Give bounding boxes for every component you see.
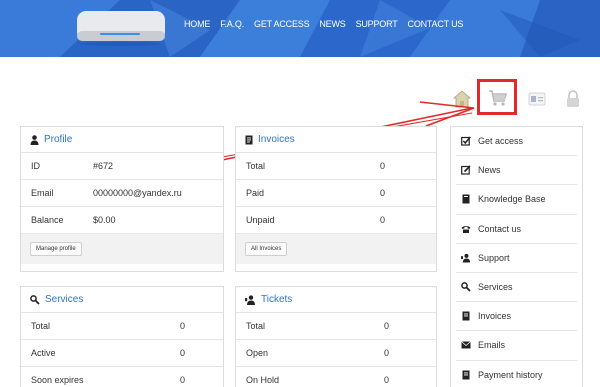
profile-title[interactable]: Profile [44,134,72,145]
profile-label: ID [31,161,40,171]
invoices-value: 0 [380,215,386,225]
sidebar-item-services[interactable]: Services [456,273,577,303]
sidebar-item-label: Knowledge Base [478,194,546,205]
header-banner: HOME F.A.Q. GET ACCESS NEWS SUPPORT CONT… [0,0,600,57]
services-row: Total 0 [21,313,223,340]
profile-header: Profile [21,127,223,153]
invoice-icon [245,135,253,144]
invoices-label: Total [246,161,266,171]
tickets-label: On Hold [246,375,280,385]
profile-label: Email [31,188,54,198]
lock-icon[interactable] [563,87,583,111]
manage-profile-button[interactable]: Manage profile [30,242,82,256]
sidebar-menu: Get access News Knowledge Base Contact u… [450,126,583,387]
services-panel: Services Total 0 Active 0 Soon expires 0 [20,286,224,387]
sidebar-item-label: News [478,165,501,176]
sidebar-item-label: Emails [478,340,506,351]
sidebar-item-label: Get access [478,136,524,147]
nav-contact-us[interactable]: CONTACT US [408,19,464,29]
user-icon [30,134,39,145]
device-logo [77,11,165,46]
tickets-row: Open 0 [236,340,436,367]
tickets-header: Tickets [236,287,436,313]
invoices-label: Paid [246,188,265,198]
services-icon [30,294,40,305]
payment-icon [461,370,471,380]
tickets-row: On Hold 0 [236,367,436,387]
sidebar-item-label: Support [478,252,510,263]
invoices-value: 0 [380,188,386,198]
tickets-title[interactable]: Tickets [261,294,292,305]
tickets-panel: Tickets Total 0 Open 0 On Hold 0 [235,286,437,387]
phone-icon [461,224,471,234]
profile-value: 00000000@yandex.ru [93,188,182,198]
profile-row: Balance $0.00 [21,207,223,234]
edit-icon [461,165,471,175]
profile-panel: Profile ID #672 Email 00000000@yandex.ru… [20,126,224,272]
services-header: Services [21,287,223,313]
invoices-title[interactable]: Invoices [258,134,295,145]
invoices-header: Invoices [236,127,436,153]
services-label: Soon expires [31,375,84,385]
services-label: Total [31,321,51,331]
checkbox-icon [461,136,471,146]
sidebar-item-contact-us[interactable]: Contact us [456,215,577,244]
page: HOME F.A.Q. GET ACCESS NEWS SUPPORT CONT… [0,0,600,387]
services-row: Active 0 [21,340,223,367]
book-icon [461,194,471,204]
invoices-panel: Invoices Total 0 Paid 0 Unpaid 0 All Inv… [235,126,437,272]
invoices-label: Unpaid [246,215,275,225]
services-icon [461,282,471,292]
services-label: Active [31,348,56,358]
tickets-label: Total [246,321,266,331]
sidebar-item-label: Services [478,282,513,293]
sidebar-item-support[interactable]: Support [456,244,577,273]
tickets-value: 0 [384,321,390,331]
tickets-value: 0 [384,375,390,385]
profile-footer: Manage profile [21,234,223,264]
sidebar-item-emails[interactable]: Emails [456,331,577,361]
sidebar-item-invoices[interactable]: Invoices [456,302,577,332]
home-icon[interactable] [452,87,472,111]
tickets-value: 0 [384,348,390,358]
profile-label: Balance [31,215,64,225]
invoices-row: Paid 0 [236,180,436,207]
profile-value: $0.00 [93,215,116,225]
tickets-label: Open [246,348,269,358]
profile-value: #672 [93,161,114,171]
sidebar-item-label: Payment history [478,369,543,380]
id-card-icon[interactable] [527,87,547,111]
services-value: 0 [180,321,186,331]
services-title[interactable]: Services [45,294,83,305]
sidebar-item-payment-history[interactable]: Payment history [456,361,577,387]
nav-news[interactable]: NEWS [319,19,345,29]
sidebar-item-get-access[interactable]: Get access [456,127,577,157]
invoice-icon [461,311,471,321]
services-value: 0 [180,348,186,358]
support-icon [461,253,471,263]
all-invoices-button[interactable]: All Invoices [245,242,288,256]
profile-row: Email 00000000@yandex.ru [21,180,223,207]
services-value: 0 [180,375,186,385]
support-icon [245,294,255,305]
tickets-row: Total 0 [236,313,436,340]
nav-faq[interactable]: F.A.Q. [220,19,244,29]
nav-get-access[interactable]: GET ACCESS [254,19,310,29]
invoices-footer: All Invoices [236,234,436,264]
sidebar-item-label: Invoices [478,311,512,322]
services-row: Soon expires 0 [21,367,223,387]
cart-highlight [477,79,517,115]
sidebar-item-knowledge-base[interactable]: Knowledge Base [456,185,577,215]
nav-support[interactable]: SUPPORT [356,19,398,29]
profile-row: ID #672 [21,153,223,180]
nav-home[interactable]: HOME [184,19,210,29]
sidebar-item-news[interactable]: News [456,156,577,186]
invoices-row: Total 0 [236,153,436,180]
main-nav: HOME F.A.Q. GET ACCESS NEWS SUPPORT CONT… [184,19,463,29]
invoices-value: 0 [380,161,386,171]
invoices-row: Unpaid 0 [236,207,436,234]
envelope-icon [461,340,471,350]
sidebar-item-label: Contact us [478,223,522,234]
